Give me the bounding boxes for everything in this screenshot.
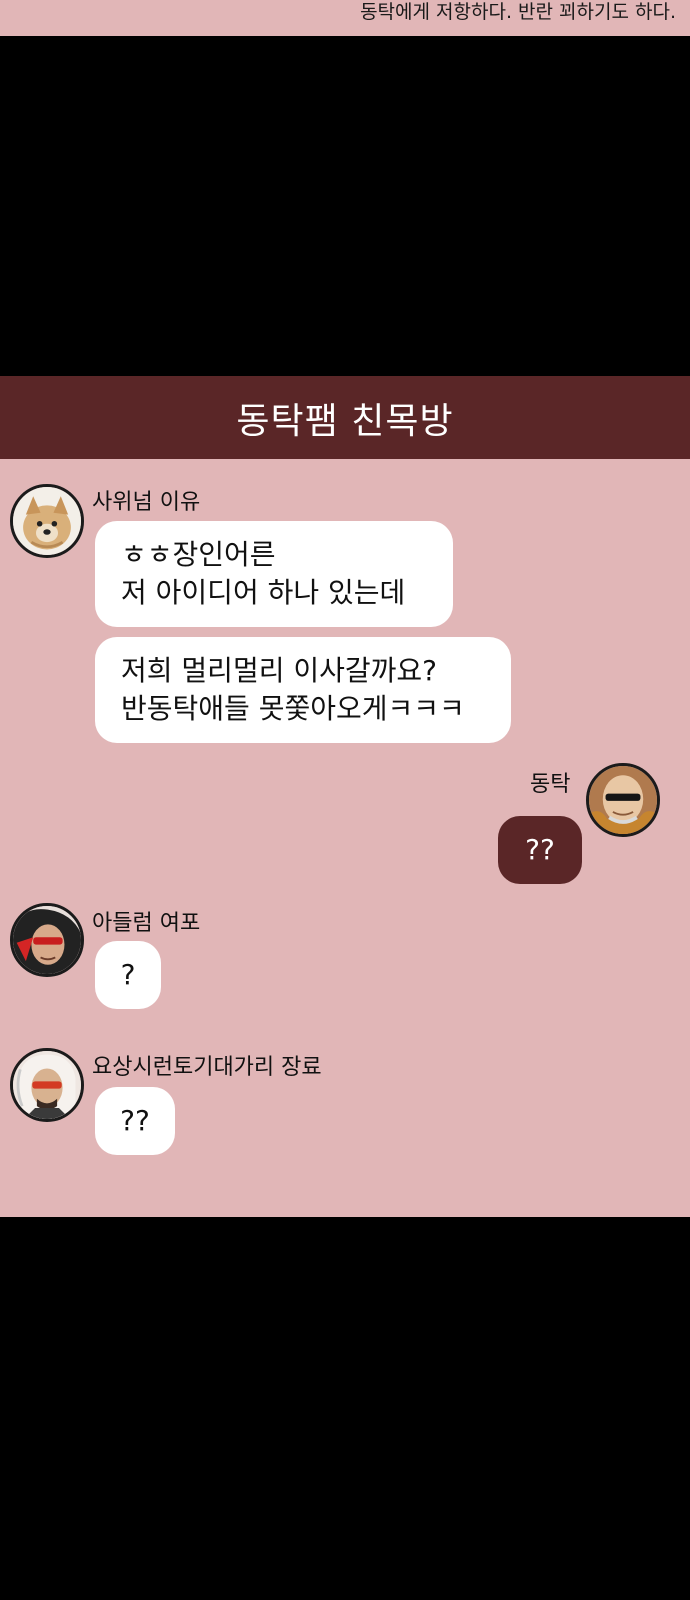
message-bubble[interactable]: 저희 멀리멀리 이사갈까요? 반동탁애들 못쫓아오게ㅋㅋㅋ [95, 637, 511, 743]
sender-name: 요상시런토기대가리 장료 [92, 1055, 322, 1080]
message-text: 반동탁애들 못쫓아오게ㅋㅋㅋ [121, 692, 465, 725]
black-background [0, 1217, 690, 1600]
chat-message-area[interactable]: 사위넘 이유 ㅎㅎ장인어른 저 아이디어 하나 있는데 저희 멀리멀리 이사갈까… [0, 459, 690, 1217]
message-text: 저 아이디어 하나 있는데 [121, 576, 406, 609]
bald-man-sunglasses-avatar-icon[interactable] [586, 763, 660, 837]
yorkie-dog-avatar-icon[interactable] [10, 484, 84, 558]
message-text: ?? [525, 833, 555, 866]
webtoon-panel: 동탁에게 저항하다. 반란 꾀하기도 하다. 동탁팸 친목방 사위넘 이유 ㅎㅎ… [0, 0, 690, 1600]
message-text: ?? [120, 1104, 150, 1137]
my-message-bubble[interactable]: ?? [498, 816, 582, 884]
caption-strip: 동탁에게 저항하다. 반란 꾀하기도 하다. [0, 0, 690, 36]
red-visor-warrior-avatar-icon[interactable] [10, 903, 84, 977]
chat-room-title: 동탁팸 친목방 [236, 400, 454, 442]
chat-header: 동탁팸 친목방 [0, 376, 690, 459]
message-text: 저희 멀리멀리 이사갈까요? [121, 654, 438, 687]
sender-name: 아들럼 여포 [92, 911, 201, 936]
message-bubble[interactable]: ㅎㅎ장인어른 저 아이디어 하나 있는데 [95, 521, 453, 627]
narration-caption: 동탁에게 저항하다. 반란 꾀하기도 하다. [360, 1, 676, 23]
sender-name: 사위넘 이유 [92, 490, 201, 515]
message-text: ? [120, 958, 136, 991]
message-bubble[interactable]: ? [95, 941, 161, 1009]
message-text: ㅎㅎ장인어른 [121, 538, 276, 571]
black-background [0, 36, 690, 376]
white-haired-sunglasses-avatar-icon[interactable] [10, 1048, 84, 1122]
message-bubble[interactable]: ?? [95, 1087, 175, 1155]
sender-name: 동탁 [530, 772, 571, 797]
